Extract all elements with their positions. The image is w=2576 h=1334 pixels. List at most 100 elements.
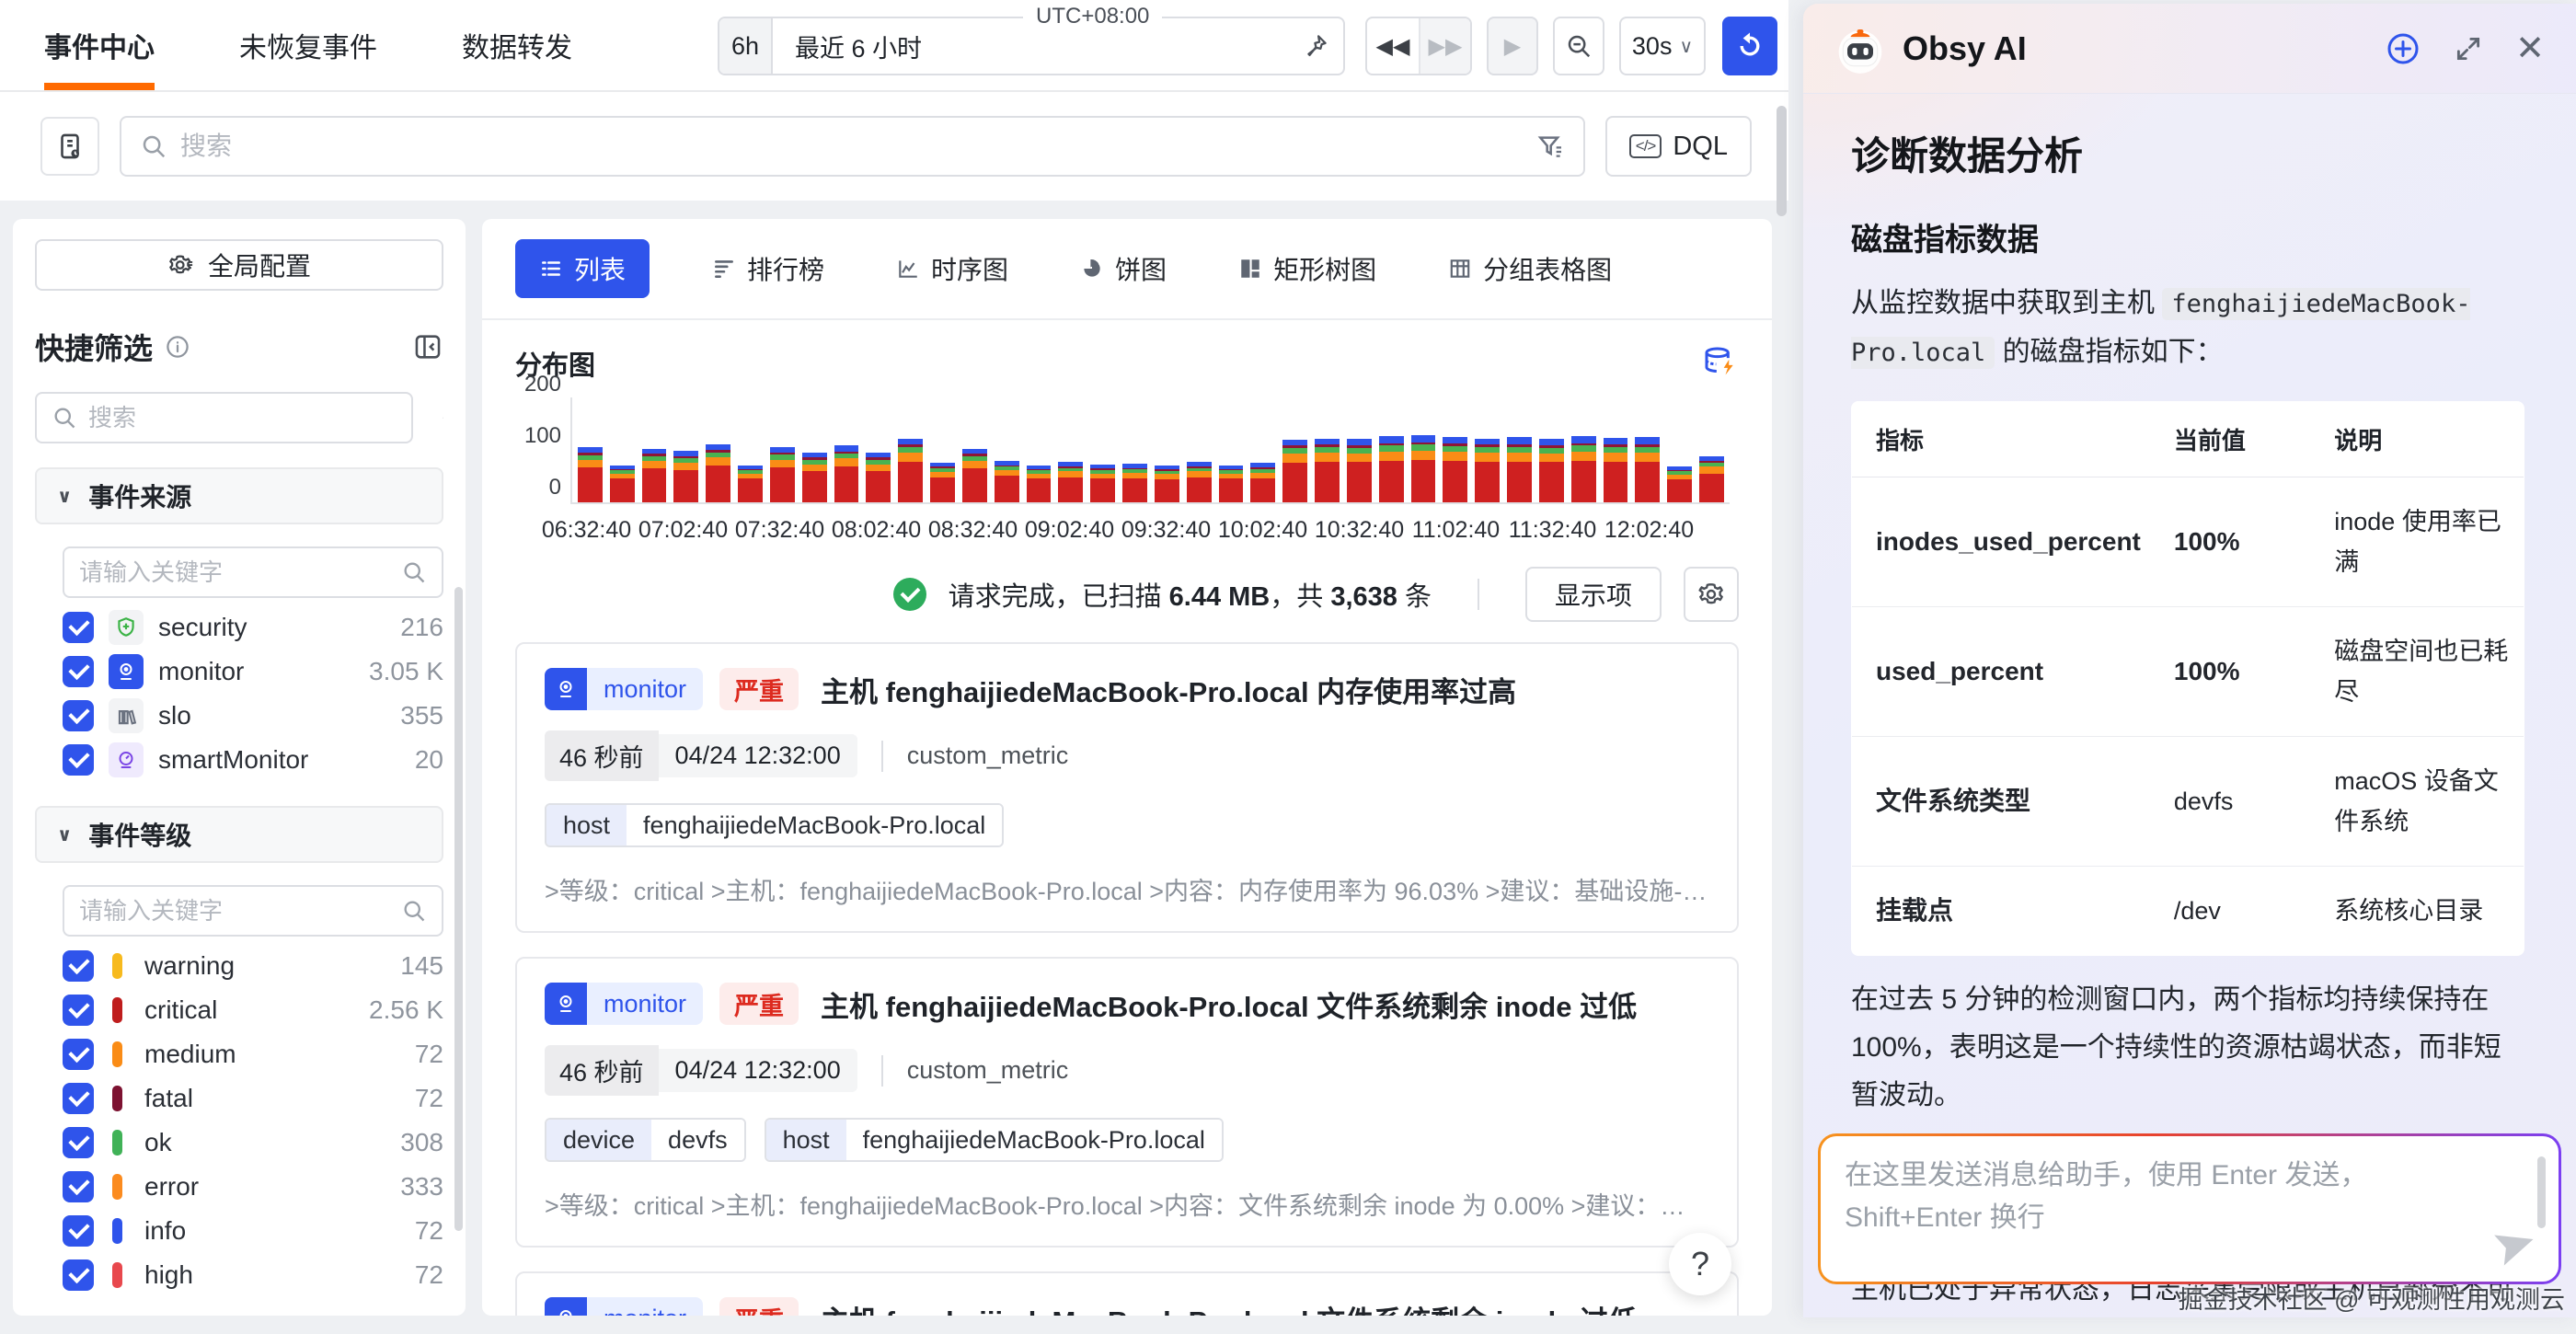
chart-bar[interactable] <box>770 447 795 502</box>
list-item-ok[interactable]: ok308 <box>63 1121 443 1165</box>
list-item-error[interactable]: error333 <box>63 1165 443 1209</box>
list-item-critical[interactable]: critical2.56 K <box>63 988 443 1032</box>
global-config-button[interactable]: 全局配置 <box>35 239 443 291</box>
list-item-medium[interactable]: medium72 <box>63 1032 443 1076</box>
list-item-fatal[interactable]: fatal72 <box>63 1076 443 1121</box>
list-item-slo[interactable]: slo355 <box>63 694 443 738</box>
list-item-info[interactable]: info72 <box>63 1209 443 1253</box>
checkbox-smartMonitor[interactable] <box>63 744 94 776</box>
keyword-search-input[interactable] <box>79 558 390 587</box>
event-card[interactable]: monitor严重主机 fenghaijiedeMacBook-Pro.loca… <box>515 642 1739 933</box>
list-item-high[interactable]: high72 <box>63 1253 443 1297</box>
page-scrollbar[interactable] <box>1777 106 1787 216</box>
search-input[interactable] <box>180 132 1523 161</box>
expand-icon[interactable] <box>2453 33 2484 64</box>
time-range-picker[interactable]: 6h 最近 6 小时 UTC+08:00 <box>718 17 1345 75</box>
tab-排行榜[interactable]: 排行榜 <box>703 239 834 298</box>
tag-device[interactable]: devicedevfs <box>545 1118 746 1162</box>
list-item-monitor[interactable]: monitor3.05 K <box>63 650 443 694</box>
new-chat-plus-icon[interactable] <box>2385 30 2421 67</box>
help-button[interactable]: ? <box>1669 1233 1731 1295</box>
chart-bar[interactable] <box>1155 466 1179 502</box>
query-database-icon[interactable] <box>1702 345 1739 382</box>
dql-button[interactable]: </> DQL <box>1605 116 1752 177</box>
sidebar-scrollbar[interactable] <box>454 587 463 1231</box>
tab-饼图[interactable]: 饼图 <box>1071 239 1176 298</box>
info-icon[interactable] <box>164 333 191 361</box>
zoom-out-button[interactable] <box>1553 17 1604 75</box>
tab-列表[interactable]: 列表 <box>515 239 650 298</box>
checkbox-ok[interactable] <box>63 1127 94 1158</box>
checkbox-warning[interactable] <box>63 950 94 982</box>
tab-时序图[interactable]: 时序图 <box>887 239 1018 298</box>
time-range-short[interactable]: 6h <box>719 18 773 74</box>
send-icon[interactable] <box>2492 1221 2540 1269</box>
tab-矩形树图[interactable]: 矩形树图 <box>1229 239 1386 298</box>
chart-bar[interactable] <box>995 461 1019 502</box>
event-card[interactable]: monitor严重主机 fenghaijiedeMacBook-Pro.loca… <box>515 1271 1739 1316</box>
chart-bar[interactable] <box>1635 437 1660 502</box>
chart-bar[interactable] <box>1699 456 1724 502</box>
chart-bar[interactable] <box>1539 439 1564 502</box>
event-card[interactable]: monitor严重主机 fenghaijiedeMacBook-Pro.loca… <box>515 957 1739 1248</box>
nav-tab-数据转发[interactable]: 数据转发 <box>462 0 572 90</box>
checkbox-fatal[interactable] <box>63 1083 94 1114</box>
checkbox-slo[interactable] <box>63 700 94 731</box>
chart-bar[interactable] <box>673 451 698 502</box>
chart-bar[interactable] <box>962 449 987 502</box>
chart-bar[interactable] <box>1250 463 1275 502</box>
chat-input[interactable] <box>1845 1155 2503 1267</box>
filter-section-header[interactable]: ∨事件等级 <box>35 806 443 863</box>
filter-section-header[interactable]: ∨事件来源 <box>35 467 443 524</box>
checkbox-error[interactable] <box>63 1171 94 1202</box>
list-item-warning[interactable]: warning145 <box>63 944 443 988</box>
keyword-search-input[interactable] <box>79 897 390 926</box>
chart-bar[interactable] <box>866 453 891 502</box>
checkbox-high[interactable] <box>63 1259 94 1291</box>
checkbox-info[interactable] <box>63 1215 94 1247</box>
chart-bar[interactable] <box>1187 462 1212 502</box>
chart-bar[interactable] <box>578 447 603 502</box>
chart-bar[interactable] <box>1282 440 1307 502</box>
saved-views-button[interactable] <box>40 117 99 176</box>
chart-bar[interactable] <box>1411 435 1436 502</box>
close-icon[interactable]: ✕ <box>2515 31 2545 66</box>
chart-bar[interactable] <box>898 439 923 502</box>
chart-bar[interactable] <box>610 466 635 502</box>
chart-bar[interactable] <box>1058 462 1083 502</box>
list-item-smartMonitor[interactable]: smartMonitor20 <box>63 738 443 782</box>
chat-input-scrollbar[interactable] <box>2537 1156 2546 1228</box>
checkbox-security[interactable] <box>63 612 94 643</box>
chart-bar[interactable] <box>738 466 763 502</box>
chart-bar[interactable] <box>1122 464 1147 502</box>
chart-bar[interactable] <box>802 453 827 502</box>
chart-bar[interactable] <box>930 463 955 502</box>
chart-bar[interactable] <box>1475 439 1500 502</box>
display-items-button[interactable]: 显示项 <box>1525 567 1662 622</box>
tag-host[interactable]: hostfenghaijiedeMacBook-Pro.local <box>765 1118 1224 1162</box>
chart-bar[interactable] <box>1090 465 1115 502</box>
pin-icon[interactable] <box>1288 18 1343 74</box>
refresh-button[interactable] <box>1722 17 1777 75</box>
nav-tab-事件中心[interactable]: 事件中心 <box>44 0 155 90</box>
chart-bar[interactable] <box>834 445 859 502</box>
chart-bar[interactable] <box>1507 437 1532 502</box>
chart-plot[interactable]: 2001000 <box>570 397 1730 504</box>
checkbox-monitor[interactable] <box>63 656 94 687</box>
chart-bar[interactable] <box>642 449 667 502</box>
chart-bar[interactable] <box>1443 437 1467 502</box>
collapse-panel-icon[interactable] <box>412 331 443 362</box>
list-settings-button[interactable] <box>1684 567 1739 622</box>
checkbox-medium[interactable] <box>63 1039 94 1070</box>
nav-tab-未恢复事件[interactable]: 未恢复事件 <box>239 0 377 90</box>
filter-search-input[interactable] <box>88 404 397 432</box>
list-item-security[interactable]: security216 <box>63 605 443 650</box>
tag-host[interactable]: hostfenghaijiedeMacBook-Pro.local <box>545 803 1004 847</box>
chart-bar[interactable] <box>1219 466 1244 502</box>
checkbox-critical[interactable] <box>63 995 94 1026</box>
chart-bar[interactable] <box>1571 436 1596 502</box>
chart-bar[interactable] <box>1604 438 1628 502</box>
chart-bar[interactable] <box>1379 436 1404 502</box>
chart-bar[interactable] <box>1667 466 1692 502</box>
step-back-button[interactable]: ◀◀ <box>1367 18 1419 74</box>
